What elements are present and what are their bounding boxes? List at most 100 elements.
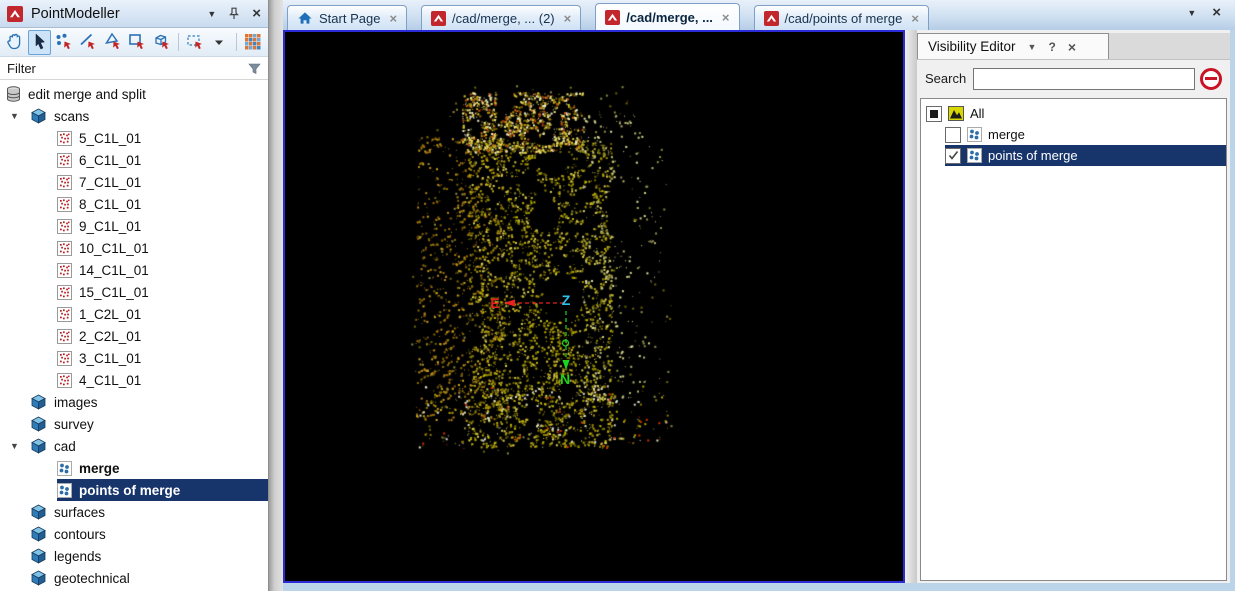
select-line-tool[interactable]: [77, 30, 99, 55]
tabstrip-controls: ▼ ×: [1187, 5, 1235, 30]
visibility-item-points-of-merge[interactable]: points of merge: [921, 145, 1226, 166]
tree-item-merge[interactable]: merge: [0, 457, 268, 479]
visibility-checkbox-unchecked[interactable]: [945, 126, 961, 143]
scan-icon: [57, 328, 72, 344]
visibility-item-all[interactable]: All: [921, 103, 1226, 124]
tree-item-geotechnical[interactable]: geotechnical: [0, 567, 268, 589]
right-splitter[interactable]: [905, 30, 917, 583]
points-icon: [57, 460, 72, 476]
select-tool[interactable]: [28, 29, 51, 55]
tree-item-legends[interactable]: legends: [0, 545, 268, 567]
pan-tool[interactable]: [4, 30, 26, 55]
tree-item-label: geotechnical: [54, 570, 130, 586]
tree-item-label: 8_C1L_01: [79, 196, 142, 212]
visibility-item-label: All: [970, 106, 985, 121]
tree-item-edit-merge-and-split[interactable]: edit merge and split: [0, 83, 268, 105]
filter-input[interactable]: [43, 59, 248, 77]
tree-item-15-c1l-01[interactable]: 15_C1L_01: [0, 281, 268, 303]
marquee-dropdown[interactable]: [208, 30, 230, 55]
tree-item-3-c1l-01[interactable]: 3_C1L_01: [0, 347, 268, 369]
select-rectangle-tool[interactable]: [126, 30, 148, 55]
selection-toolbar: [0, 28, 268, 57]
tree-item-survey[interactable]: survey: [0, 413, 268, 435]
tree-item-label: surfaces: [54, 504, 106, 520]
select-solid-tool[interactable]: [151, 30, 173, 55]
tab-list-caret-icon[interactable]: ▼: [1187, 8, 1196, 18]
tree-item-cad[interactable]: ▼ cad: [0, 435, 268, 457]
select-points-tool[interactable]: [53, 30, 75, 55]
tree-item-8-c1l-01[interactable]: 8_C1L_01: [0, 193, 268, 215]
tree-item-label: contours: [54, 526, 106, 542]
project-explorer-header: PointModeller ▼ ×: [0, 0, 268, 28]
filter-funnel-icon[interactable]: [248, 62, 261, 75]
visibility-checkbox-checked[interactable]: [945, 147, 961, 164]
close-document-icon[interactable]: ×: [1212, 5, 1221, 20]
marquee-select-tool[interactable]: [184, 30, 206, 55]
tree-item-6-c1l-01[interactable]: 6_C1L_01: [0, 149, 268, 171]
tab-start-page[interactable]: Start Page ×: [287, 5, 408, 30]
tab-label: /cad/merge, ...: [626, 9, 713, 25]
visibility-item-label: merge: [988, 127, 1025, 142]
tab-label: /cad/points of merge: [784, 10, 903, 26]
select-polygon-tool[interactable]: [102, 30, 124, 55]
tree-item-10-c1l-01[interactable]: 10_C1L_01: [0, 237, 268, 259]
scan-icon: [57, 174, 72, 190]
scan-icon: [57, 284, 72, 300]
left-splitter[interactable]: [268, 0, 283, 591]
cube-icon: [30, 570, 47, 586]
app-icon: [431, 10, 447, 26]
tab-cad-points-of-merge[interactable]: /cad/points of merge ×: [753, 5, 929, 30]
tree-item-label: points of merge: [79, 482, 181, 498]
clear-filter-icon[interactable]: [1200, 67, 1222, 90]
tree-item-surfaces[interactable]: surfaces: [0, 501, 268, 523]
tree-item-7-c1l-01[interactable]: 7_C1L_01: [0, 171, 268, 193]
cube-icon: [30, 526, 47, 542]
tab-cad-merge-2[interactable]: /cad/merge, ... (2) ×: [421, 5, 582, 30]
scan-icon: [57, 372, 72, 388]
tree-item-5-c1l-01[interactable]: 5_C1L_01: [0, 127, 268, 149]
point-cloud-canvas[interactable]: [285, 32, 903, 581]
visibility-tree: All merge points of merge: [920, 98, 1227, 581]
tree-item-label: 9_C1L_01: [79, 218, 142, 234]
tab-close-icon[interactable]: ×: [722, 11, 730, 24]
tree-item-points-of-merge[interactable]: points of merge: [0, 479, 268, 501]
visibility-checkbox-indeterminate[interactable]: [926, 105, 942, 122]
tree-item-label: 1_C2L_01: [79, 306, 142, 322]
tree-item-1-c2l-01[interactable]: 1_C2L_01: [0, 303, 268, 325]
panel-menu-caret-icon[interactable]: ▼: [207, 9, 216, 19]
close-icon[interactable]: ×: [252, 6, 261, 21]
tab-close-icon[interactable]: ×: [564, 12, 572, 25]
all-icon: [948, 106, 964, 121]
cube-icon: [30, 394, 47, 410]
tab-visibility-editor[interactable]: Visibility Editor ▼ ? ×: [917, 33, 1109, 59]
search-input[interactable]: [973, 67, 1196, 90]
tab-cad-merge[interactable]: /cad/merge, ... ×: [595, 3, 740, 30]
tree-item-label: cad: [54, 438, 76, 454]
tab-close-icon[interactable]: ×: [389, 12, 397, 25]
visibility-search-row: Search: [917, 59, 1230, 98]
tab-label: Start Page: [319, 10, 381, 26]
pin-icon[interactable]: [228, 7, 240, 20]
tree-item-contours[interactable]: contours: [0, 523, 268, 545]
expander-icon[interactable]: ▼: [8, 111, 30, 121]
tree-item-14-c1l-01[interactable]: 14_C1L_01: [0, 259, 268, 281]
3d-viewport: E Z N: [283, 30, 905, 583]
scan-icon: [57, 240, 72, 256]
tree-item-9-c1l-01[interactable]: 9_C1L_01: [0, 215, 268, 237]
cube-icon: [30, 416, 47, 432]
point-display-tool[interactable]: [242, 30, 264, 55]
chevron-down-icon[interactable]: ▼: [1028, 42, 1037, 52]
visibility-item-merge[interactable]: merge: [921, 124, 1226, 145]
tree-item-2-c2l-01[interactable]: 2_C2L_01: [0, 325, 268, 347]
document-tabstrip: Start Page ×/cad/merge, ... (2) ×/cad/merg…: [283, 0, 1235, 30]
expander-icon[interactable]: ▼: [8, 441, 30, 451]
tab-close-icon[interactable]: ×: [911, 12, 919, 25]
tree-item-scans[interactable]: ▼ scans: [0, 105, 268, 127]
tree-item-images[interactable]: images: [0, 391, 268, 413]
close-icon[interactable]: ×: [1068, 40, 1076, 54]
scan-icon: [57, 306, 72, 322]
filter-label: Filter: [7, 60, 36, 76]
scan-icon: [57, 350, 72, 366]
help-icon[interactable]: ?: [1048, 40, 1055, 54]
tree-item-4-c1l-01[interactable]: 4_C1L_01: [0, 369, 268, 391]
